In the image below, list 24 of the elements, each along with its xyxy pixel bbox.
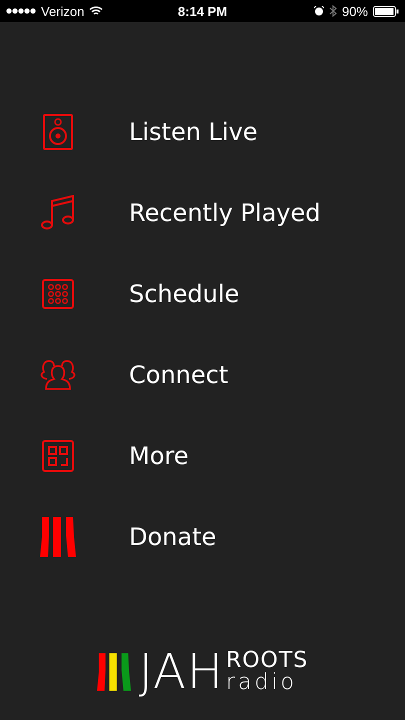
people-icon [38, 359, 78, 391]
signal-icon [6, 8, 36, 14]
wifi-icon [89, 6, 104, 16]
menu-item[interactable]: Donate [129, 523, 216, 551]
music-note-icon [41, 195, 75, 231]
battery-percent: 90% [342, 4, 368, 18]
speaker-icon [43, 114, 73, 150]
stripes-icon [40, 517, 76, 557]
alarm-icon [314, 6, 324, 16]
battery-icon [373, 6, 399, 16]
bluetooth-icon [328, 5, 337, 17]
logo-bottom-text: radio [226, 672, 298, 694]
logo-top-text: ROOTS [226, 650, 308, 672]
menu-item[interactable]: Connect [129, 361, 228, 389]
menu-item[interactable]: More [129, 442, 188, 470]
menu-item[interactable]: Listen Live [129, 118, 258, 146]
status-time: 8:14 PM [178, 4, 228, 18]
menu-item[interactable]: Schedule [129, 280, 240, 308]
carrier-name: Verizon [41, 4, 84, 18]
stripes-icon [96, 652, 131, 692]
keypad-icon [42, 279, 74, 309]
logo-main-text: JAH [138, 648, 224, 696]
menu-item[interactable]: Recently Played [129, 199, 320, 227]
qr-code-icon [42, 440, 74, 472]
